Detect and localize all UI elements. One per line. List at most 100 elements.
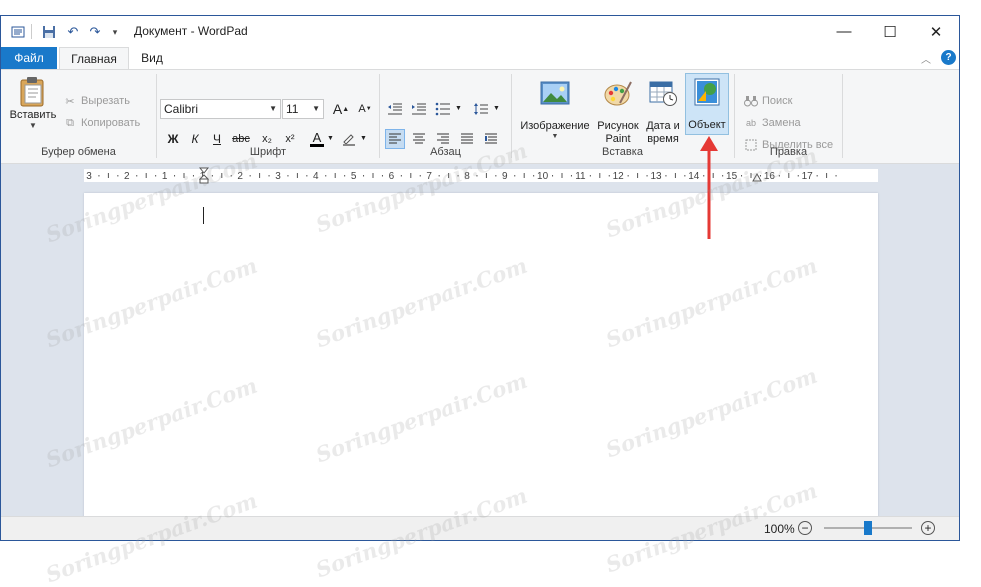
object-icon [686, 74, 728, 110]
collapse-ribbon-icon[interactable]: ︿ [921, 51, 931, 66]
date-time-button[interactable]: Дата и время [643, 76, 683, 146]
replace-label: Замена [762, 117, 801, 129]
chevron-down-icon[interactable]: ▼ [455, 105, 462, 112]
ruler-tick [259, 173, 261, 178]
minimize-button[interactable]: — [821, 16, 867, 47]
calendar-clock-icon [643, 76, 683, 110]
paint-drawing-button[interactable]: Рисунок Paint [595, 76, 641, 146]
ruler-label: 5 [351, 171, 357, 182]
chevron-down-icon: ▼ [312, 104, 320, 113]
ruler-tick [155, 175, 157, 177]
ruler-tick [363, 175, 365, 177]
ruler-tick [570, 175, 572, 177]
ruler-label: 3 [275, 171, 281, 182]
text-color-letter: A [312, 130, 322, 145]
help-icon[interactable]: ? [941, 50, 956, 65]
ruler-tick [381, 175, 383, 177]
paste-dropdown-icon[interactable]: ▼ [7, 121, 59, 130]
save-icon[interactable] [41, 24, 57, 40]
ruler-tick [136, 175, 138, 177]
cut-button[interactable]: ✂ Вырезать [63, 94, 130, 108]
ruler-tick [637, 173, 639, 178]
title-separator [31, 24, 32, 39]
paste-label: Вставить [9, 109, 57, 121]
zoom-slider[interactable] [824, 521, 912, 535]
binoculars-icon [744, 94, 758, 108]
clipboard-group-label: Буфер обмена [41, 146, 116, 158]
scissors-icon: ✂ [65, 95, 75, 108]
zoom-level: 100% [764, 522, 795, 536]
chevron-down-icon[interactable]: ▼ [493, 105, 500, 112]
ruler-label: 4 [313, 171, 319, 182]
ruler-tick [627, 175, 629, 177]
ruler-tick [400, 175, 402, 177]
redo-icon[interactable]: ↷ [87, 24, 103, 40]
close-button[interactable]: ✕ [913, 16, 959, 47]
ruler-tick [684, 175, 686, 177]
ruler-tick [495, 175, 497, 177]
ruler-tick [561, 173, 563, 178]
insert-object-button[interactable]: Объект [685, 73, 729, 135]
ruler-tick [523, 173, 525, 178]
decrease-indent-icon[interactable] [385, 99, 405, 119]
ruler-tick [107, 173, 109, 178]
replace-button[interactable]: ab Замена [744, 116, 801, 130]
increase-indent-icon[interactable] [409, 99, 429, 119]
ruler-tick [816, 175, 818, 177]
replace-icon: ab [745, 118, 756, 128]
ruler-label: 12 [613, 171, 625, 182]
ruler-tick [835, 175, 837, 177]
maximize-button[interactable]: ☐ [867, 16, 913, 47]
insert-picture-button[interactable]: Изображение ▼ [515, 76, 595, 140]
ruler-label: 11 [575, 171, 586, 182]
font-group-label: Шрифт [249, 146, 287, 158]
document-area: 3211234567891011121314151617 [1, 164, 959, 523]
zoom-out-button[interactable]: − [798, 521, 812, 535]
font-family-select[interactable]: Calibri ▼ [160, 99, 281, 119]
ruler-tick [117, 175, 119, 177]
ruler-tick [514, 175, 516, 177]
tab-view[interactable]: Вид [137, 47, 167, 69]
ruler-tick [287, 175, 289, 177]
font-size-value: 11 [286, 102, 299, 116]
font-size-select[interactable]: 11 ▼ [282, 99, 324, 119]
copy-icon: ⧉ [66, 116, 74, 129]
ruler-tick [249, 175, 251, 177]
chevron-down-icon[interactable]: ▼ [360, 135, 367, 142]
ruler-label: 13 [650, 171, 662, 182]
tab-home[interactable]: Главная [59, 47, 129, 69]
ruler-tick [608, 175, 610, 177]
find-button[interactable]: Поиск [744, 94, 792, 108]
ribbon-separator [842, 74, 843, 158]
zoom-in-button[interactable]: + [921, 521, 935, 535]
copy-button[interactable]: ⧉ Копировать [63, 116, 140, 130]
cut-label: Вырезать [81, 95, 130, 107]
grow-font-icon[interactable]: A ▲ [331, 99, 351, 119]
paste-button[interactable]: Вставить ▼ [7, 76, 59, 130]
line-spacing-icon[interactable] [471, 99, 491, 119]
ruler-tick [674, 173, 676, 178]
ribbon: Вставить ▼ ✂ Вырезать ⧉ Копировать Буфер… [1, 70, 959, 164]
ruler-label: 17 [802, 171, 814, 182]
document-page[interactable] [84, 193, 878, 523]
shrink-font-icon[interactable]: A ▼ [355, 99, 375, 119]
customize-quick-access-icon[interactable]: ▾ [107, 24, 123, 40]
undo-icon[interactable]: ↶ [65, 24, 81, 40]
app-icon[interactable] [10, 24, 26, 40]
insert-object-label: Объект [688, 119, 726, 131]
ruler-tick [344, 175, 346, 177]
tab-file[interactable]: Файл [1, 47, 57, 69]
date-time-label-line1: Дата и [646, 120, 680, 132]
picture-icon [515, 76, 595, 110]
ruler-label: 6 [389, 171, 395, 182]
chevron-down-icon[interactable]: ▼ [327, 135, 334, 142]
ruler-tick [826, 173, 828, 178]
window-title: Документ - WordPad [134, 24, 248, 38]
zoom-slider-thumb[interactable] [864, 521, 872, 535]
chevron-down-icon: ▼ [551, 133, 559, 140]
ruler-tick [98, 175, 100, 177]
ruler-label: 10 [537, 171, 549, 182]
ruler-label: 2 [124, 171, 130, 182]
insert-picture-label: Изображение [520, 120, 590, 132]
bullet-list-icon[interactable] [433, 99, 453, 119]
